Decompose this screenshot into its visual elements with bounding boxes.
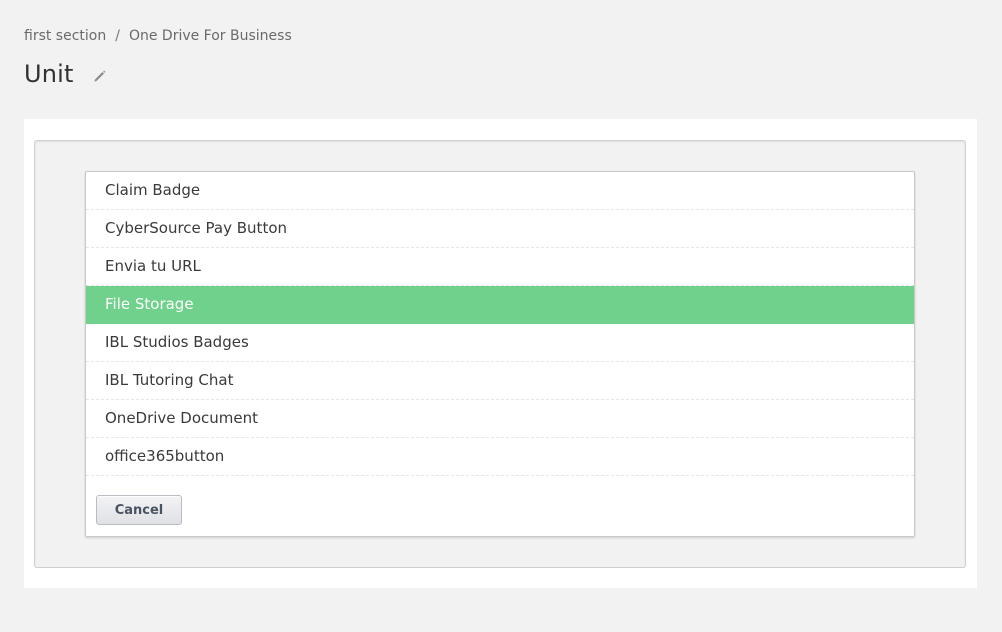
breadcrumb-separator: / xyxy=(115,28,120,44)
component-template-menu: Claim Badge CyberSource Pay Button Envia… xyxy=(85,171,915,537)
component-template-list: Claim Badge CyberSource Pay Button Envia… xyxy=(86,172,914,476)
menu-item-ibl-studios-badges[interactable]: IBL Studios Badges xyxy=(86,324,914,362)
menu-item-envia-tu-url[interactable]: Envia tu URL xyxy=(86,248,914,286)
unit-content-panel: Claim Badge CyberSource Pay Button Envia… xyxy=(24,119,977,588)
menu-item-file-storage[interactable]: File Storage xyxy=(86,286,914,324)
cancel-button[interactable]: Cancel xyxy=(96,495,182,525)
add-component-container: Claim Badge CyberSource Pay Button Envia… xyxy=(34,140,966,568)
menu-item-cybersource-pay-button[interactable]: CyberSource Pay Button xyxy=(86,210,914,248)
pencil-icon[interactable] xyxy=(92,68,108,84)
breadcrumb-subsection-link[interactable]: One Drive For Business xyxy=(129,28,292,44)
menu-item-onedrive-document[interactable]: OneDrive Document xyxy=(86,400,914,438)
menu-item-office365button[interactable]: office365button xyxy=(86,438,914,476)
page-title-row: Unit xyxy=(24,58,108,90)
menu-item-ibl-tutoring-chat[interactable]: IBL Tutoring Chat xyxy=(86,362,914,400)
page-title: Unit xyxy=(24,60,74,88)
breadcrumb: first section / One Drive For Business xyxy=(24,28,292,44)
menu-item-claim-badge[interactable]: Claim Badge xyxy=(86,172,914,210)
breadcrumb-section-link[interactable]: first section xyxy=(24,28,106,44)
